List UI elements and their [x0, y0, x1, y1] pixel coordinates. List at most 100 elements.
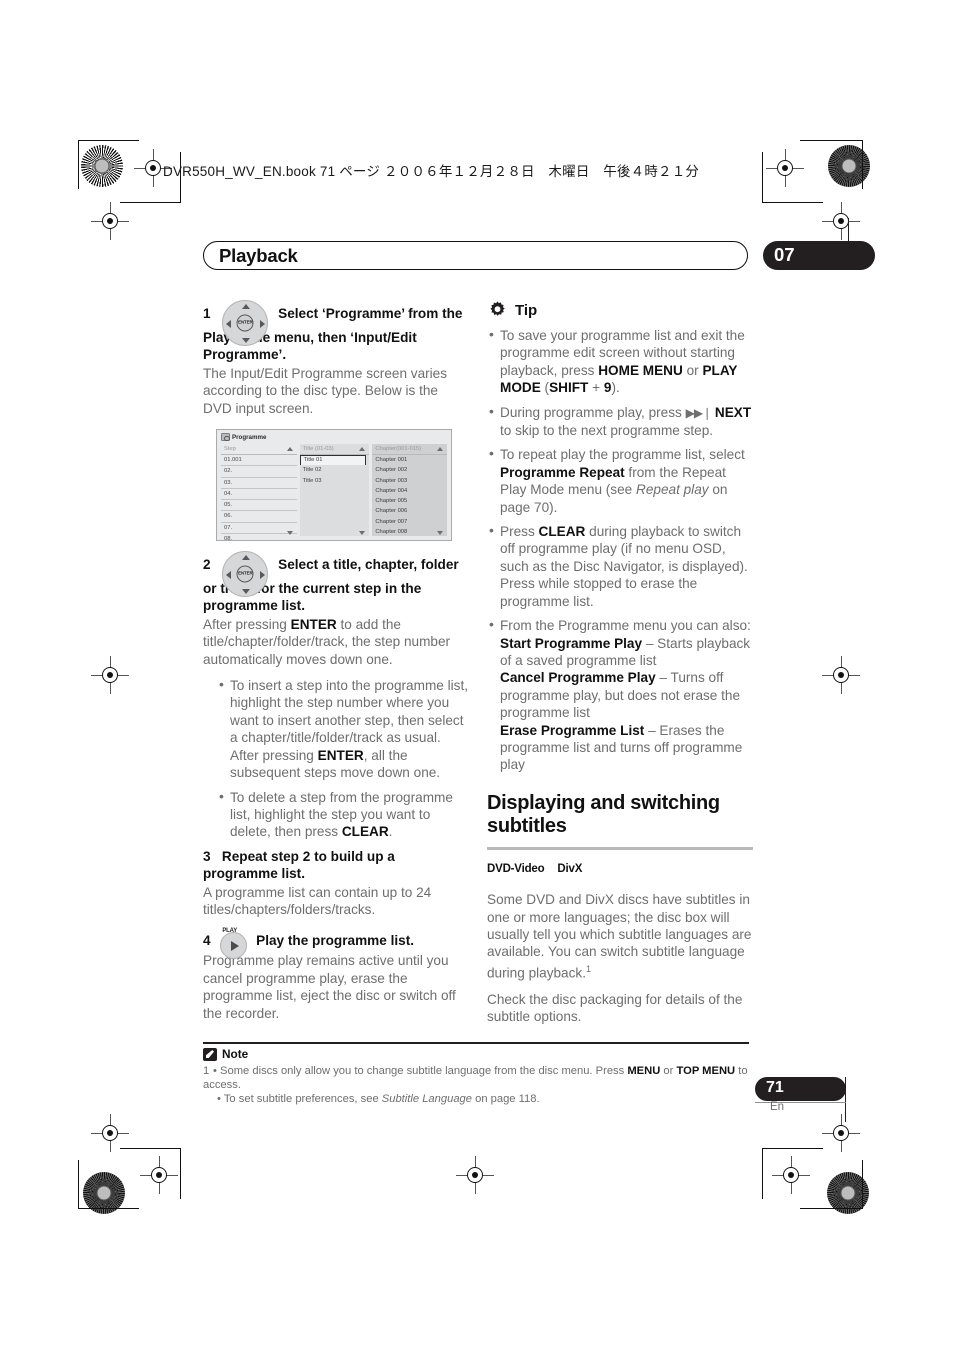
- osd-row-step[interactable]: 08.: [221, 534, 297, 540]
- osd-row-step[interactable]: 04.: [221, 489, 297, 501]
- tip-3-a: To repeat play the programme list, selec…: [500, 447, 745, 463]
- osd-row-step[interactable]: 05.: [221, 500, 297, 512]
- menu-item-cancel-programme-play[interactable]: Cancel Programme Play: [500, 670, 656, 685]
- osd-row-title[interactable]: Title 02: [300, 465, 370, 475]
- badge-dvd-video: DVD-Video: [487, 861, 545, 880]
- scroll-down-arrow-icon[interactable]: [286, 531, 293, 535]
- step-2-body-a: After pressing: [203, 616, 291, 632]
- chapter-title-bar: Playback: [203, 241, 748, 270]
- note-pencil-icon: [203, 1047, 217, 1061]
- step-1-body: The Input/Edit Programme screen varies a…: [203, 365, 448, 416]
- menu-item-erase-programme-list[interactable]: Erase Programme List: [500, 723, 644, 738]
- list-item: During programme play, press ▶▶❘ NEXT to…: [487, 403, 753, 440]
- footnote-number: 1: [203, 1065, 210, 1077]
- footnote-1: 1 • Some discs only allow you to change s…: [203, 1065, 748, 1092]
- scroll-up-arrow-icon[interactable]: [437, 447, 443, 451]
- scroll-up-arrow-icon[interactable]: [286, 447, 293, 451]
- osd-row-chapter[interactable]: Chapter 008: [372, 527, 447, 537]
- step-4-heading: Play the programme list.: [256, 933, 415, 949]
- step-2-body-key: ENTER: [290, 616, 337, 632]
- step-3-number: 3: [203, 848, 211, 864]
- scroll-down-arrow-icon[interactable]: [359, 531, 366, 535]
- step-4-body: Programme play remains active until you …: [203, 953, 456, 1021]
- footnote-2-a: To set subtitle preferences, see: [223, 1093, 382, 1106]
- footnote-1-key2: TOP MENU: [676, 1065, 736, 1077]
- footnote-ref-1: 1: [586, 963, 592, 974]
- step-2: 2 ENTER Select a title, chapter, folder …: [203, 551, 469, 615]
- note-divider: [203, 1042, 749, 1045]
- section-para-1-text: Some DVD and DivX discs have subtitles i…: [487, 892, 752, 981]
- step-3-heading: Repeat step 2 to build up a programme li…: [203, 848, 395, 882]
- note-body: 1 • Some discs only allow you to change s…: [203, 1064, 763, 1107]
- tip-2-a: During programme play, press: [500, 404, 686, 420]
- footnote-1-a: Some discs only allow you to change subt…: [220, 1065, 628, 1077]
- scroll-up-arrow-icon[interactable]: [359, 447, 366, 451]
- osd-column-step: Step 01.001 02. 03. 04. 05. 06. 07. 08.: [221, 444, 297, 540]
- tip-4-key: CLEAR: [538, 524, 586, 540]
- tip-2-b: to skip to the next programme step.: [500, 423, 714, 439]
- page-number-badge: 71: [755, 1077, 846, 1101]
- osd-row-chapter[interactable]: Chapter 006: [372, 506, 447, 516]
- tip-3-ref: Repeat play: [636, 482, 709, 498]
- menu-item-start-programme-play[interactable]: Start Programme Play: [500, 636, 642, 651]
- registration-target-right-upper: [822, 202, 860, 240]
- tip-1-e: ).: [611, 380, 620, 396]
- step-3: 3 Repeat step 2 to build up a programme …: [203, 848, 469, 883]
- osd-header-step-text: Step: [224, 446, 236, 452]
- left-column: 1 ENTER Select ‘Programme’ from the Play…: [203, 300, 469, 1022]
- note-label: Note: [222, 1047, 249, 1061]
- osd-row-chapter[interactable]: Chapter 004: [372, 486, 447, 496]
- tip-3-key: Programme Repeat: [500, 464, 625, 480]
- page-footer-rule: [755, 1102, 846, 1103]
- scroll-down-arrow-icon[interactable]: [437, 531, 443, 535]
- list-item: Press CLEAR during playback to switch of…: [487, 522, 753, 610]
- cursor-pad-icon: ENTER: [222, 300, 269, 346]
- osd-row-step[interactable]: 03.: [221, 478, 297, 489]
- osd-title-text: Programme: [232, 433, 267, 441]
- step-2-number: 2: [203, 557, 211, 573]
- list-item: To repeat play the programme list, selec…: [487, 445, 753, 516]
- tip-1-b: or: [682, 362, 703, 378]
- disc-icon: [221, 433, 230, 442]
- cursor-pad-icon-2: ENTER: [222, 551, 269, 598]
- next-track-icon: ▶▶❘: [685, 405, 712, 420]
- page-language-code: En: [770, 1101, 785, 1113]
- tip-5-a: From the Programme menu you can also:: [500, 618, 751, 634]
- footnote-1-b: or: [660, 1065, 677, 1077]
- chapter-number: 07: [774, 244, 795, 265]
- footnote-1-key1: MENU: [627, 1065, 661, 1077]
- right-column: Tip To save your programme list and exit…: [487, 300, 753, 1026]
- registration-target-bottom-right: [772, 1156, 810, 1194]
- registration-target-left-upper: [91, 202, 129, 240]
- osd-row-title-selected[interactable]: Title 01: [299, 455, 367, 466]
- list-item: To save your programme list and exit the…: [487, 326, 753, 397]
- osd-row-step[interactable]: 06.: [221, 511, 297, 523]
- osd-row-step[interactable]: 01.001: [221, 455, 297, 467]
- tip-heading: Tip: [487, 300, 753, 321]
- list-item: From the Programme menu you can also: St…: [487, 616, 753, 774]
- osd-row-step[interactable]: 02.: [221, 466, 297, 478]
- osd-row-chapter[interactable]: Chapter 001: [372, 455, 447, 465]
- osd-row-title[interactable]: Title 03: [300, 476, 370, 486]
- tip-label: Tip: [515, 301, 538, 319]
- tip-1-key1: HOME MENU: [598, 362, 683, 378]
- registration-target-left-lower: [91, 1114, 129, 1152]
- list-item: To delete a step from the programme list…: [217, 787, 469, 841]
- step-4: 4 PLAY Play the programme list.: [203, 928, 469, 960]
- osd-row-chapter[interactable]: Chapter 005: [372, 496, 447, 506]
- step-4-number: 4: [203, 933, 211, 949]
- section-paragraph-2: Check the disc packaging for details of …: [487, 991, 743, 1025]
- registration-target-top-right: [766, 149, 804, 187]
- section-divider: [487, 846, 753, 850]
- gear-icon: [487, 300, 508, 321]
- bullet-2-key: CLEAR: [341, 824, 389, 840]
- disc-type-badges: DVD-Video DivX: [487, 861, 753, 880]
- osd-row-chapter[interactable]: Chapter 007: [372, 517, 447, 527]
- osd-row-step[interactable]: 07.: [221, 523, 297, 535]
- step-2-bullets: To insert a step into the programme list…: [217, 676, 469, 841]
- tip-1-key3: SHIFT: [549, 380, 589, 396]
- osd-row-chapter[interactable]: Chapter 002: [372, 465, 447, 475]
- osd-columns: Step 01.001 02. 03. 04. 05. 06. 07. 08. …: [221, 444, 447, 540]
- osd-header-chapter-text: Chapter(001-015): [375, 446, 422, 452]
- osd-row-chapter[interactable]: Chapter 003: [372, 476, 447, 486]
